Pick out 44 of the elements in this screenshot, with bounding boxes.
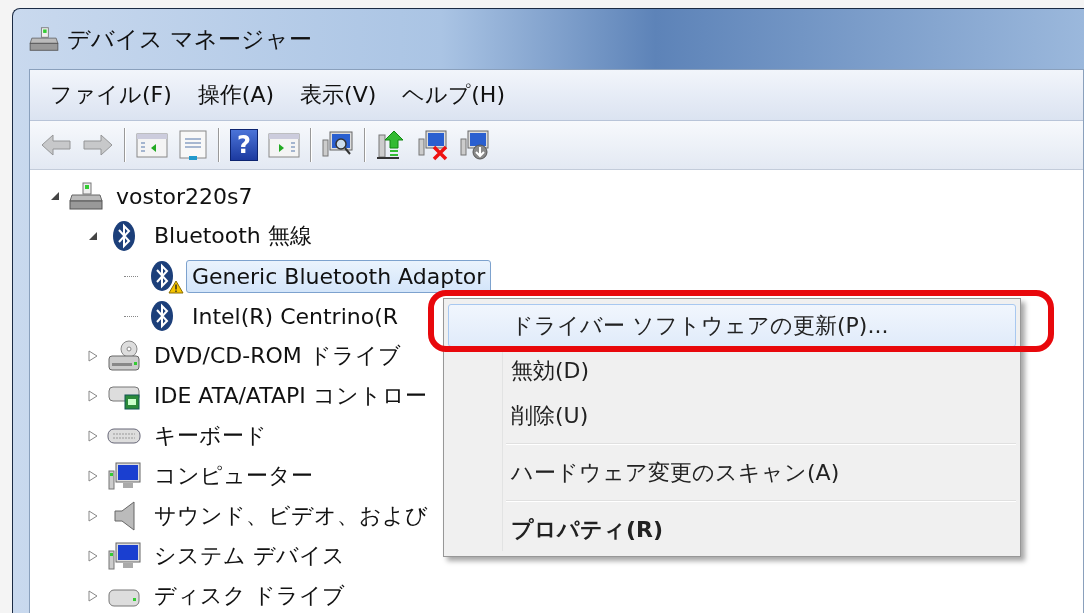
context-menu-item[interactable]: ドライバー ソフトウェアの更新(P)... — [448, 304, 1016, 347]
collapsed-arrow-icon[interactable] — [88, 350, 98, 362]
context-menu-item[interactable]: プロパティ(R) — [448, 508, 1016, 551]
tree-item[interactable]: Intel(R) Centrino(R — [186, 299, 405, 333]
disable-monitor-icon[interactable] — [418, 129, 450, 161]
pane-icon[interactable] — [136, 131, 168, 159]
menu-item[interactable]: ファイル(F) — [40, 76, 182, 114]
tree-item[interactable]: DVD/CD-ROM ドライブ — [148, 337, 407, 375]
tree-item[interactable]: サウンド、ビデオ、および — [148, 497, 434, 535]
expanded-arrow-icon[interactable] — [50, 191, 60, 201]
menu-item[interactable]: ヘルプ(H) — [392, 76, 515, 114]
collapsed-arrow-icon[interactable] — [88, 470, 98, 482]
tree-item[interactable]: IDE ATA/ATAPI コントロー — [148, 377, 433, 415]
bluetooth-icon — [111, 220, 137, 252]
properties-sheet-icon[interactable] — [178, 129, 208, 161]
window-title: デバイス マネージャー — [67, 24, 313, 54]
optical-drive-icon — [107, 340, 141, 372]
tree-item[interactable]: コンピューター — [148, 457, 319, 495]
expanded-arrow-icon[interactable] — [88, 231, 98, 241]
collapsed-arrow-icon[interactable] — [88, 430, 98, 442]
collapsed-arrow-icon[interactable] — [88, 390, 98, 402]
context-menu-item[interactable]: ハードウェア変更のスキャン(A) — [448, 451, 1016, 494]
menu-item[interactable]: 表示(V) — [290, 76, 387, 114]
collapsed-arrow-icon[interactable] — [88, 510, 98, 522]
tree-item[interactable]: Bluetooth 無線 — [148, 217, 318, 255]
uninstall-monitor-icon[interactable] — [460, 129, 492, 161]
menu-item[interactable]: 操作(A) — [187, 76, 285, 114]
tree-item[interactable]: Generic Bluetooth Adaptor — [186, 259, 492, 293]
device-manager-icon — [29, 26, 59, 52]
tree-item[interactable]: キーボード — [148, 417, 273, 455]
collapsed-arrow-icon[interactable] — [88, 550, 98, 562]
collapsed-arrow-icon[interactable] — [88, 590, 98, 602]
tree-item[interactable]: ディスク ドライブ — [148, 577, 351, 613]
bluetooth-icon — [149, 260, 175, 292]
pane-icon[interactable] — [268, 131, 300, 159]
monitor-icon — [107, 541, 141, 571]
context-menu-item[interactable]: 削除(U) — [448, 394, 1016, 437]
tree-item[interactable]: システム デバイス — [148, 537, 351, 575]
scan-monitor-icon[interactable] — [322, 130, 354, 160]
context-menu-item[interactable]: 無効(D) — [448, 349, 1016, 392]
help-button[interactable]: ? — [230, 129, 258, 161]
monitor-icon — [107, 461, 141, 491]
tree-item[interactable]: vostor220s7 — [110, 179, 259, 213]
computer-icon — [69, 181, 103, 211]
